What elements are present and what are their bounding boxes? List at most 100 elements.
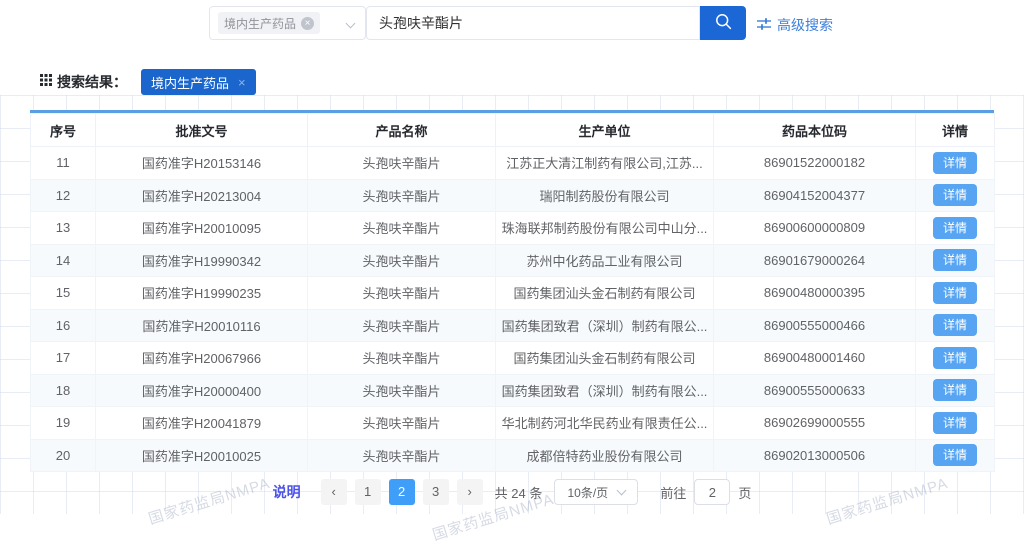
table-row: 14 国药准字H19990342 头孢呋辛酯片 苏州中化药品工业有限公司 869…	[31, 244, 995, 277]
search-button[interactable]	[700, 6, 746, 40]
cell-product: 头孢呋辛酯片	[308, 179, 496, 212]
cell-code: 86900480001460	[714, 342, 916, 375]
cell-code: 86901522000182	[714, 147, 916, 180]
cell-code: 86900555000466	[714, 309, 916, 342]
goto-unit-label: 页	[738, 483, 751, 502]
cell-approval: 国药准字H19990235	[96, 277, 308, 310]
detail-button[interactable]: 详情	[933, 217, 977, 239]
cell-code: 86900555000633	[714, 374, 916, 407]
cell-approval: 国药准字H20010095	[96, 212, 308, 245]
cell-manufacturer: 国药集团致君（深圳）制药有限公...	[496, 374, 714, 407]
table-row: 19 国药准字H20041879 头孢呋辛酯片 华北制药河北华民药业有限责任公.…	[31, 407, 995, 440]
total-count-label: 共 24 条	[495, 483, 543, 502]
table-row: 17 国药准字H20067966 头孢呋辛酯片 国药集团汕头金石制药有限公司 8…	[31, 342, 995, 375]
search-input[interactable]	[366, 6, 700, 40]
cell-code: 86902699000555	[714, 407, 916, 440]
cell-product: 头孢呋辛酯片	[308, 244, 496, 277]
column-header-no: 序号	[31, 114, 96, 147]
close-icon[interactable]: ×	[238, 75, 246, 90]
cell-code: 86900600000809	[714, 212, 916, 245]
cell-no: 13	[31, 212, 96, 245]
cell-code: 86900480000395	[714, 277, 916, 310]
cell-code: 86901679000264	[714, 244, 916, 277]
cell-approval: 国药准字H20010025	[96, 439, 308, 472]
cell-no: 17	[31, 342, 96, 375]
results-table: 序号 批准文号 产品名称 生产单位 药品本位码 详情 11 国药准字H20153…	[30, 110, 994, 472]
cell-no: 20	[31, 439, 96, 472]
detail-button[interactable]: 详情	[933, 347, 977, 369]
cell-no: 11	[31, 147, 96, 180]
table-row: 20 国药准字H20010025 头孢呋辛酯片 成都倍特药业股份有限公司 869…	[31, 439, 995, 472]
table-row: 12 国药准字H20213004 头孢呋辛酯片 瑞阳制药股份有限公司 86904…	[31, 179, 995, 212]
cell-approval: 国药准字H20041879	[96, 407, 308, 440]
column-header-product: 产品名称	[308, 114, 496, 147]
cell-product: 头孢呋辛酯片	[308, 277, 496, 310]
cell-approval: 国药准字H20000400	[96, 374, 308, 407]
cell-manufacturer: 成都倍特药业股份有限公司	[496, 439, 714, 472]
cell-no: 14	[31, 244, 96, 277]
grid-icon	[40, 73, 52, 91]
page-button-2-active[interactable]: 2	[389, 479, 415, 505]
cell-manufacturer: 国药集团致君（深圳）制药有限公...	[496, 309, 714, 342]
column-header-manufacturer: 生产单位	[496, 114, 714, 147]
cell-manufacturer: 珠海联邦制药股份有限公司中山分...	[496, 212, 714, 245]
advanced-search-link[interactable]: 高级搜索	[757, 15, 833, 35]
detail-button[interactable]: 详情	[933, 184, 977, 206]
table-row: 11 国药准字H20153146 头孢呋辛酯片 江苏正大清江制药有限公司,江苏.…	[31, 147, 995, 180]
column-header-approval: 批准文号	[96, 114, 308, 147]
table-row: 15 国药准字H19990235 头孢呋辛酯片 国药集团汕头金石制药有限公司 8…	[31, 277, 995, 310]
column-header-code: 药品本位码	[714, 114, 916, 147]
goto-label: 前往	[660, 483, 686, 502]
page-button-1[interactable]: 1	[355, 479, 381, 505]
result-filter-tag[interactable]: 境内生产药品 ×	[141, 69, 256, 95]
table-header-row: 序号 批准文号 产品名称 生产单位 药品本位码 详情	[31, 114, 995, 147]
cell-manufacturer: 瑞阳制药股份有限公司	[496, 179, 714, 212]
cell-no: 15	[31, 277, 96, 310]
cell-manufacturer: 苏州中化药品工业有限公司	[496, 244, 714, 277]
results-header: 搜索结果： 境内生产药品 ×	[40, 69, 256, 95]
cell-product: 头孢呋辛酯片	[308, 309, 496, 342]
detail-button[interactable]: 详情	[933, 282, 977, 304]
page-button-3[interactable]: 3	[423, 479, 449, 505]
cell-product: 头孢呋辛酯片	[308, 439, 496, 472]
cell-approval: 国药准字H20213004	[96, 179, 308, 212]
chevron-down-icon	[617, 486, 627, 496]
cell-no: 19	[31, 407, 96, 440]
detail-button[interactable]: 详情	[933, 314, 977, 336]
table-row: 18 国药准字H20000400 头孢呋辛酯片 国药集团致君（深圳）制药有限公.…	[31, 374, 995, 407]
prev-page-button[interactable]: ‹	[321, 479, 347, 505]
results-label: 搜索结果：	[57, 72, 127, 92]
column-header-detail: 详情	[916, 114, 995, 147]
cell-manufacturer: 国药集团汕头金石制药有限公司	[496, 277, 714, 310]
cell-approval: 国药准字H20067966	[96, 342, 308, 375]
cell-approval: 国药准字H20153146	[96, 147, 308, 180]
next-page-button[interactable]: ›	[457, 479, 483, 505]
category-tag: 境内生产药品 ×	[218, 12, 320, 34]
pagination-bar: 说明 ‹ 1 2 3 › 共 24 条 10条/页 前往 页	[0, 478, 1024, 506]
advanced-search-label: 高级搜索	[777, 15, 833, 35]
cell-product: 头孢呋辛酯片	[308, 374, 496, 407]
cell-code: 86904152004377	[714, 179, 916, 212]
cell-no: 12	[31, 179, 96, 212]
goto-page-input[interactable]	[694, 479, 730, 505]
result-filter-tag-label: 境内生产药品	[151, 73, 229, 92]
detail-button[interactable]: 详情	[933, 249, 977, 271]
detail-button[interactable]: 详情	[933, 412, 977, 434]
page-size-select[interactable]: 10条/页	[554, 479, 638, 505]
category-tag-close-icon[interactable]: ×	[301, 17, 314, 30]
page-size-value: 10条/页	[567, 484, 608, 501]
cell-product: 头孢呋辛酯片	[308, 342, 496, 375]
cell-product: 头孢呋辛酯片	[308, 212, 496, 245]
category-select[interactable]: 境内生产药品 ×	[209, 6, 366, 40]
cell-approval: 国药准字H19990342	[96, 244, 308, 277]
table-row: 13 国药准字H20010095 头孢呋辛酯片 珠海联邦制药股份有限公司中山分.…	[31, 212, 995, 245]
search-icon	[714, 12, 733, 34]
cell-code: 86902013000506	[714, 439, 916, 472]
detail-button[interactable]: 详情	[933, 444, 977, 466]
cell-no: 16	[31, 309, 96, 342]
detail-button[interactable]: 详情	[933, 152, 977, 174]
note-link[interactable]: 说明	[273, 482, 301, 502]
detail-button[interactable]: 详情	[933, 379, 977, 401]
cell-product: 头孢呋辛酯片	[308, 147, 496, 180]
cell-manufacturer: 华北制药河北华民药业有限责任公...	[496, 407, 714, 440]
